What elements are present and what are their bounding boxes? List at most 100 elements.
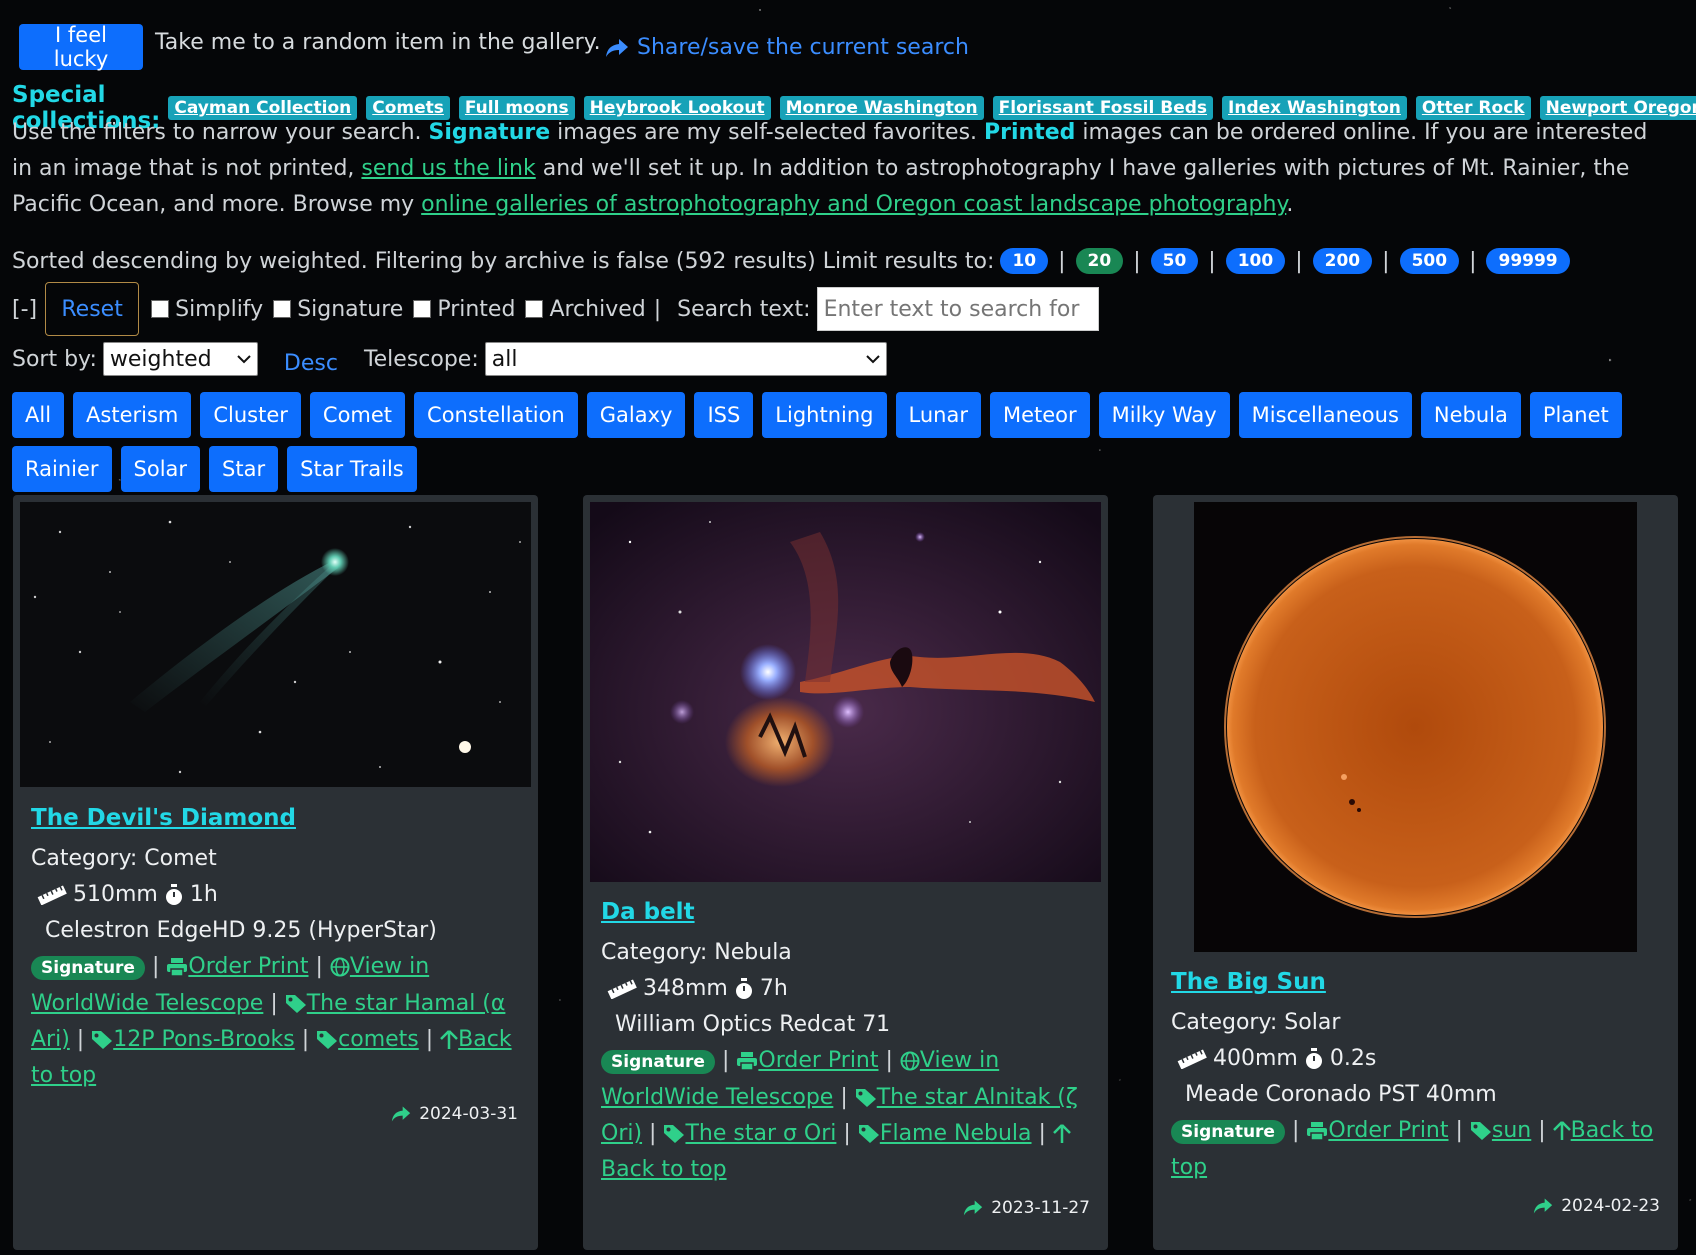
gallery-card: Da belt Category: Nebula 348mm 7h Willia… (583, 495, 1108, 1250)
sort-select[interactable]: weighted (102, 342, 258, 376)
lucky-description: Take me to a random item in the gallery. (155, 30, 601, 55)
category-lightning[interactable]: Lightning (762, 392, 887, 438)
ruler-icon (1177, 1049, 1207, 1069)
results-summary: Sorted descending by weighted. Filtering… (12, 248, 1576, 274)
signature-checkbox[interactable] (273, 300, 292, 318)
order-print-link[interactable]: Order Print (1328, 1118, 1448, 1143)
tag-link[interactable]: Flame Nebula (880, 1121, 1032, 1146)
chevron-down-icon (866, 355, 880, 364)
back-to-top-link[interactable]: Back to top (601, 1157, 727, 1182)
galleries-link[interactable]: online galleries of astrophotography and… (421, 192, 1286, 217)
order-print-link[interactable]: Order Print (188, 954, 308, 979)
category-solar[interactable]: Solar (120, 446, 201, 492)
tag-icon (855, 1089, 876, 1107)
limit-50[interactable]: 50 (1150, 248, 1199, 274)
card-links: Signature | Order Print | View in WorldW… (31, 954, 512, 1088)
card-links: Signature | Order Print | sun | Back to … (1171, 1118, 1654, 1180)
search-input[interactable] (816, 287, 1099, 331)
category-cluster[interactable]: Cluster (200, 392, 301, 438)
limit-500[interactable]: 500 (1399, 248, 1460, 274)
tag-link[interactable]: 12P Pons-Brooks (113, 1027, 295, 1052)
order-print-link[interactable]: Order Print (758, 1048, 878, 1073)
category-nebula[interactable]: Nebula (1420, 392, 1521, 438)
tag-link[interactable]: The star σ Ori (685, 1121, 836, 1146)
category-rainier[interactable]: Rainier (12, 446, 112, 492)
printer-icon (1307, 1122, 1328, 1141)
globe-icon (330, 957, 350, 977)
card-category: Category: Nebula (601, 940, 792, 965)
card-meta: 348mm 7h (601, 971, 1096, 1007)
tag-icon (92, 1031, 113, 1049)
card-meta: 400mm 0.2s (1171, 1041, 1666, 1077)
focal-length: 348mm (643, 976, 728, 1001)
tag-link[interactable]: sun (1492, 1118, 1531, 1143)
archived-checkbox[interactable] (525, 300, 544, 318)
card-date: 2024-03-31 (391, 1104, 518, 1124)
intro-text: images are my self-selected favorites. (550, 120, 985, 145)
category-star-trails[interactable]: Star Trails (287, 446, 417, 492)
category-miscellaneous[interactable]: Miscellaneous (1238, 392, 1412, 438)
telescope-select[interactable]: all (484, 342, 887, 376)
card-telescope: Meade Coronado PST 40mm (1185, 1082, 1497, 1107)
card-body: Category: Solar 400mm 0.2s Meade Coronad… (1171, 1005, 1666, 1186)
card-image[interactable] (1194, 502, 1637, 952)
lucky-button[interactable]: I feel lucky (19, 23, 143, 71)
sort-label: Sort by: (12, 346, 97, 372)
card-date: 2023-11-27 (963, 1198, 1090, 1218)
ruler-icon (607, 979, 637, 999)
send-link[interactable]: send us the link (361, 156, 535, 181)
telescope-label: Telescope: (363, 346, 479, 372)
category-asterism[interactable]: Asterism (73, 392, 192, 438)
category-all[interactable]: All (12, 392, 65, 438)
limit-10[interactable]: 10 (1000, 248, 1049, 274)
simplify-label: Simplify (175, 296, 264, 322)
card-date: 2024-02-23 (1533, 1196, 1660, 1216)
limit-100[interactable]: 100 (1225, 248, 1286, 274)
results-text: Sorted descending by weighted. Filtering… (12, 248, 995, 274)
signature-label: Signature (297, 296, 404, 322)
chevron-down-icon (237, 355, 251, 364)
desc-toggle[interactable]: Desc (284, 351, 338, 376)
category-star[interactable]: Star (209, 446, 279, 492)
card-category: Category: Comet (31, 846, 217, 871)
telescope-value: all (491, 346, 518, 372)
card-title[interactable]: The Devil's Diamond (31, 805, 296, 831)
tag-icon (285, 995, 306, 1013)
intro-text: Use the filters to narrow your search. (12, 120, 429, 145)
collapse-toggle[interactable]: [-] (12, 297, 37, 322)
category-planet[interactable]: Planet (1529, 392, 1622, 438)
simplify-checkbox[interactable] (151, 300, 170, 318)
category-iss[interactable]: ISS (694, 392, 754, 438)
category-lunar[interactable]: Lunar (895, 392, 981, 438)
card-body: Category: Nebula 348mm 7h William Optics… (601, 935, 1096, 1188)
card-image[interactable] (590, 502, 1101, 882)
printed-checkbox[interactable] (413, 300, 432, 318)
date-text: 2024-03-31 (419, 1104, 518, 1124)
card-links: Signature | Order Print | View in WorldW… (601, 1048, 1078, 1182)
category-galaxy[interactable]: Galaxy (586, 392, 686, 438)
printer-icon (167, 958, 188, 977)
share-icon (1534, 1198, 1553, 1214)
share-icon (392, 1106, 411, 1122)
category-meteor[interactable]: Meteor (989, 392, 1090, 438)
card-image[interactable] (20, 502, 531, 787)
category-milky-way[interactable]: Milky Way (1098, 392, 1230, 438)
stopwatch-icon (735, 978, 752, 999)
share-link[interactable]: Share/save the current search (605, 35, 969, 60)
signature-highlight: Signature (428, 120, 551, 145)
tag-link[interactable]: comets (338, 1027, 419, 1052)
category-comet[interactable]: Comet (309, 392, 406, 438)
limit-200[interactable]: 200 (1312, 248, 1373, 274)
limit-99999[interactable]: 99999 (1486, 248, 1570, 274)
card-title[interactable]: Da belt (601, 899, 695, 925)
reset-button[interactable]: Reset (45, 282, 140, 336)
card-title[interactable]: The Big Sun (1171, 969, 1326, 995)
limit-20[interactable]: 20 (1075, 248, 1124, 274)
gallery-card: The Devil's Diamond Category: Comet 510m… (13, 495, 538, 1250)
card-telescope: Celestron EdgeHD 9.25 (HyperStar) (45, 918, 437, 943)
signature-badge: Signature (1171, 1120, 1285, 1144)
tag-icon (1470, 1122, 1491, 1140)
signature-badge: Signature (601, 1050, 715, 1074)
printed-highlight: Printed (984, 120, 1076, 145)
category-constellation[interactable]: Constellation (414, 392, 578, 438)
